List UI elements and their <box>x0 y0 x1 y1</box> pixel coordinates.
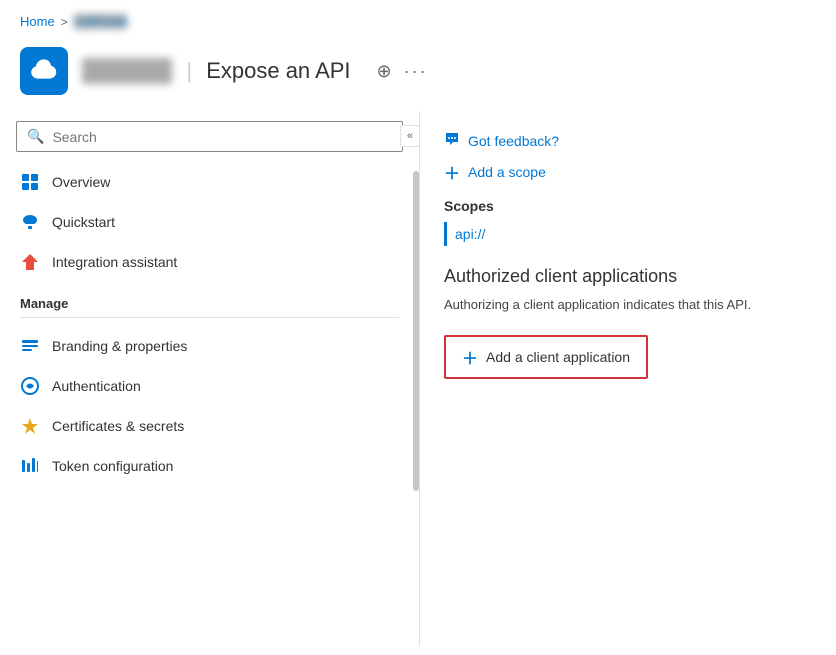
search-icon: 🔍 <box>27 128 44 145</box>
breadcrumb-home[interactable]: Home <box>20 14 55 29</box>
sidebar-label-quickstart: Quickstart <box>52 214 115 230</box>
token-config-icon <box>20 456 40 476</box>
page-title: Expose an API <box>206 58 350 84</box>
breadcrumb-separator: > <box>61 15 68 29</box>
scopes-heading: Scopes <box>444 198 812 214</box>
manage-divider <box>20 317 399 318</box>
search-input[interactable] <box>52 129 392 145</box>
add-client-button[interactable]: ＋ Add a client application <box>444 335 648 379</box>
main-layout: 🔍 « Overview <box>0 111 836 646</box>
feedback-icon <box>444 131 460 150</box>
manage-section-label: Manage <box>0 282 419 317</box>
add-client-plus-icon: ＋ <box>462 345 478 369</box>
sidebar-item-branding[interactable]: Branding & properties <box>0 326 419 366</box>
more-icon[interactable]: ··· <box>404 61 428 82</box>
feedback-link[interactable]: Got feedback? <box>444 131 812 150</box>
pin-icon[interactable]: ⊕ <box>377 61 392 82</box>
breadcrumb: Home > CalPortal <box>0 0 836 39</box>
sidebar: 🔍 « Overview <box>0 111 420 646</box>
sidebar-item-integration[interactable]: Integration assistant <box>0 242 419 282</box>
scroll-thumb[interactable] <box>413 171 419 491</box>
scopes-section: Scopes api:// <box>444 198 812 246</box>
header-text: CalPortal | Expose an API <box>82 58 351 84</box>
certificates-icon <box>20 416 40 436</box>
header-actions: ⊕ ··· <box>377 61 428 82</box>
auth-clients-section: Authorized client applications Authorizi… <box>444 266 812 379</box>
sidebar-label-authentication: Authentication <box>52 378 141 394</box>
sidebar-label-token-config: Token configuration <box>52 458 173 474</box>
auth-icon <box>20 376 40 396</box>
sidebar-label-branding: Branding & properties <box>52 338 187 354</box>
auth-clients-desc: Authorizing a client application indicat… <box>444 295 812 315</box>
sidebar-label-integration: Integration assistant <box>52 254 177 270</box>
add-scope-link[interactable]: ＋ Add a scope <box>444 160 812 184</box>
breadcrumb-current: CalPortal <box>74 14 127 29</box>
page-header: CalPortal | Expose an API ⊕ ··· <box>0 39 836 111</box>
sidebar-item-overview[interactable]: Overview <box>0 162 419 202</box>
branding-icon <box>20 336 40 356</box>
add-scope-label: Add a scope <box>468 164 546 180</box>
add-client-label: Add a client application <box>486 349 630 365</box>
sidebar-item-quickstart[interactable]: Quickstart <box>0 202 419 242</box>
add-scope-icon: ＋ <box>444 160 460 184</box>
app-icon <box>20 47 68 95</box>
sidebar-item-certificates[interactable]: Certificates & secrets <box>0 406 419 446</box>
collapse-button[interactable]: « <box>400 125 420 147</box>
sidebar-item-token-config[interactable]: Token configuration <box>0 446 419 486</box>
quickstart-icon <box>20 212 40 232</box>
integration-icon <box>20 252 40 272</box>
content-pane: Got feedback? ＋ Add a scope Scopes api:/… <box>420 111 836 646</box>
overview-icon <box>20 172 40 192</box>
sidebar-label-certificates: Certificates & secrets <box>52 418 184 434</box>
sidebar-item-authentication[interactable]: Authentication <box>0 366 419 406</box>
feedback-label: Got feedback? <box>468 133 559 149</box>
scroll-track <box>413 171 419 646</box>
auth-clients-heading: Authorized client applications <box>444 266 812 287</box>
scope-url[interactable]: api:// <box>444 222 812 246</box>
app-name: CalPortal <box>82 58 172 84</box>
sidebar-label-overview: Overview <box>52 174 110 190</box>
search-box: 🔍 <box>16 121 403 152</box>
